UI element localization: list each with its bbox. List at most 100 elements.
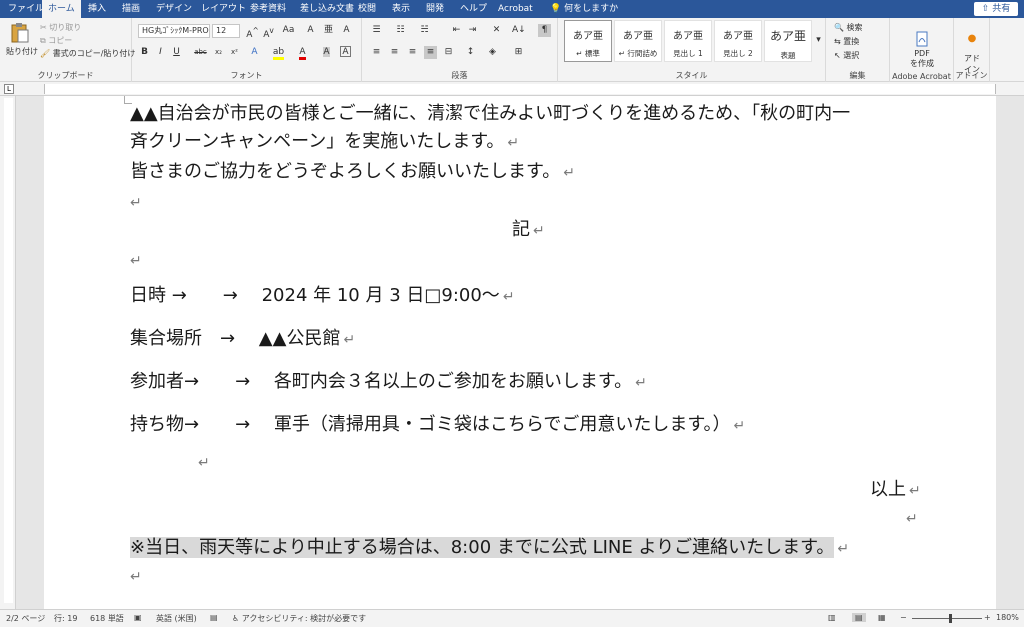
char-border-button[interactable]: A bbox=[340, 46, 351, 57]
phonetic-guide-icon[interactable]: 亜 bbox=[322, 24, 335, 37]
underline-button[interactable]: U bbox=[170, 46, 183, 59]
tab-home[interactable]: ホーム bbox=[42, 0, 81, 18]
font-size-box[interactable]: 12 bbox=[212, 24, 240, 38]
focus-mode-icon[interactable]: ▥ bbox=[828, 613, 836, 622]
format-painter-button[interactable]: 🖌 書式のコピー/貼り付け bbox=[40, 48, 135, 59]
multilevel-list-icon[interactable]: ☵ bbox=[418, 24, 431, 37]
style-title[interactable]: あア亜 表題 bbox=[764, 20, 812, 62]
replace-button[interactable]: ⇆ 置換 bbox=[834, 36, 859, 47]
document-page[interactable]: ▲▲自治会が市民の皆様とご一緒に、清潔で住みよい町づくりを進めるため、「秋の町内… bbox=[44, 96, 996, 609]
zoom-slider-thumb[interactable] bbox=[949, 614, 952, 623]
enclose-char-icon[interactable]: A bbox=[340, 24, 353, 37]
share-button[interactable]: ⇧ 共有 bbox=[974, 2, 1018, 16]
grow-font-button[interactable]: A^ bbox=[246, 24, 259, 40]
borders-icon[interactable]: ⊞ bbox=[512, 46, 525, 59]
doc-line-6[interactable]: ↵ bbox=[130, 248, 142, 273]
shrink-font-button[interactable]: Av bbox=[262, 24, 275, 40]
web-layout-icon[interactable]: ▦ bbox=[878, 613, 886, 622]
doc-line-last[interactable]: ↵ bbox=[130, 564, 142, 589]
paste-button[interactable]: 貼り付け bbox=[6, 22, 38, 57]
bullets-icon[interactable]: ☰ bbox=[370, 24, 383, 37]
paragraph-group-label: 段落 bbox=[451, 71, 468, 80]
doc-line-ki[interactable]: 記 ↵ bbox=[512, 218, 545, 243]
increase-indent-icon[interactable]: ⇥ bbox=[466, 24, 479, 37]
print-layout-icon[interactable]: ▤ bbox=[852, 613, 866, 622]
page-count[interactable]: 2/2 ページ bbox=[6, 613, 45, 624]
doc-line-1[interactable]: ▲▲自治会が市民の皆様とご一緒に、清潔で住みよい町づくりを進めるため、「秋の町内… bbox=[130, 102, 850, 126]
zoom-slider-track[interactable] bbox=[912, 618, 982, 619]
doc-line-participants[interactable]: 参加者→ → 各町内会３名以上のご参加をお願いします。 ↵ bbox=[130, 370, 647, 395]
select-button[interactable]: ↖ 選択 bbox=[834, 50, 859, 61]
strikethrough-button[interactable]: abc bbox=[194, 46, 207, 59]
doc-line-belongings[interactable]: 持ち物→ → 軍手（清掃用具・ゴミ袋はこちらでご用意いたします。） ↵ bbox=[130, 413, 745, 438]
text-direction-icon[interactable]: ✕ bbox=[490, 24, 503, 37]
tell-me-search[interactable]: 💡 何をしますか bbox=[544, 0, 624, 18]
tab-draw[interactable]: 描画 bbox=[116, 0, 146, 18]
line-spacing-icon[interactable]: ↕ bbox=[464, 46, 477, 59]
show-marks-icon[interactable]: ¶ bbox=[538, 24, 551, 37]
tab-developer[interactable]: 開発 bbox=[420, 0, 450, 18]
find-button[interactable]: 🔍 検索 bbox=[834, 22, 863, 33]
char-shading-button[interactable]: A bbox=[320, 46, 333, 59]
style-heading-1[interactable]: あア亜 見出し 1 bbox=[664, 20, 712, 62]
styles-more-icon[interactable]: ▾ bbox=[812, 34, 825, 47]
accessibility-status[interactable]: ♿ アクセシビリティ: 検討が必要です bbox=[232, 613, 366, 624]
tab-acrobat[interactable]: Acrobat bbox=[492, 0, 539, 18]
doc-line-empty-2[interactable]: ↵ bbox=[906, 506, 918, 531]
doc-line-empty[interactable]: ↵ bbox=[198, 450, 210, 475]
shading-icon[interactable]: ◈ bbox=[486, 46, 499, 59]
word-count[interactable]: 618 単語 bbox=[90, 613, 124, 624]
doc-line-date[interactable]: 日時 → → 2024 年 10 月 3 日□9:00～ ↵ bbox=[130, 284, 515, 309]
proofing-icon[interactable]: ▣ bbox=[134, 613, 142, 622]
copy-button[interactable]: ⧉ コピー bbox=[40, 35, 72, 46]
font-color-button[interactable]: A bbox=[296, 46, 309, 60]
create-pdf-button[interactable]: PDF を作成 bbox=[904, 22, 940, 78]
align-left-icon[interactable]: ≡ bbox=[370, 46, 383, 59]
text-effects-button[interactable]: A bbox=[248, 46, 261, 59]
ribbon-tab-bar: ファイル ホーム 挿入 描画 デザイン レイアウト 参考資料 差し込み文書 校閲… bbox=[0, 0, 1024, 18]
bold-button[interactable]: B bbox=[138, 46, 151, 59]
distributed-icon[interactable]: ⊟ bbox=[442, 46, 455, 59]
zoom-level[interactable]: 180% bbox=[996, 613, 1019, 622]
clear-format-icon[interactable]: A bbox=[304, 24, 317, 37]
justify-icon[interactable]: ≡ bbox=[424, 46, 437, 59]
doc-line-notice[interactable]: ※当日、雨天等により中止する場合は、8:00 までに公式 LINE よりご連絡い… bbox=[130, 536, 849, 561]
tab-mailings[interactable]: 差し込み文書 bbox=[294, 0, 360, 18]
line-number[interactable]: 行: 19 bbox=[54, 613, 77, 624]
subscript-button[interactable]: x₂ bbox=[212, 46, 225, 59]
tab-review[interactable]: 校閲 bbox=[352, 0, 382, 18]
doc-line-2[interactable]: 斉クリーンキャンペーン」を実施いたします。 ↵ bbox=[130, 130, 519, 155]
numbering-icon[interactable]: ☷ bbox=[394, 24, 407, 37]
zoom-out-button[interactable]: − bbox=[900, 613, 907, 622]
font-name-box[interactable]: HG丸ｺﾞｼｯｸM-PRO bbox=[138, 24, 210, 38]
doc-line-place[interactable]: 集合場所 → ▲▲公民館 ↵ bbox=[130, 327, 355, 352]
sort-icon[interactable]: A↓ bbox=[512, 24, 526, 37]
style-no-spacing[interactable]: あア亜 ↵ 行間詰め bbox=[614, 20, 662, 62]
tab-view[interactable]: 表示 bbox=[386, 0, 416, 18]
tab-design[interactable]: デザイン bbox=[150, 0, 198, 18]
style-normal[interactable]: あア亜 ↵ 標準 bbox=[564, 20, 612, 62]
align-right-icon[interactable]: ≡ bbox=[406, 46, 419, 59]
style-heading-2[interactable]: あア亜 見出し 2 bbox=[714, 20, 762, 62]
editing-group: 🔍 検索 ⇆ 置換 ↖ 選択 編集 bbox=[826, 18, 890, 82]
tab-references[interactable]: 参考資料 bbox=[244, 0, 292, 18]
tab-insert[interactable]: 挿入 bbox=[82, 0, 112, 18]
tab-help[interactable]: ヘルプ bbox=[454, 0, 493, 18]
ruler-track[interactable] bbox=[44, 84, 996, 94]
addin-button[interactable]: ● アド イン bbox=[960, 24, 984, 75]
italic-button[interactable]: I bbox=[154, 46, 167, 59]
vertical-ruler-track[interactable] bbox=[4, 98, 13, 603]
macro-icon[interactable]: ▤ bbox=[210, 613, 218, 622]
align-center-icon[interactable]: ≡ bbox=[388, 46, 401, 59]
language[interactable]: 英語 (米国) bbox=[156, 613, 197, 624]
tab-selector[interactable]: L bbox=[4, 84, 14, 94]
decrease-indent-icon[interactable]: ⇤ bbox=[450, 24, 463, 37]
doc-line-4[interactable]: ↵ bbox=[130, 190, 142, 215]
doc-line-3[interactable]: 皆さまのご協力をどうぞよろしくお願いいたします。 ↵ bbox=[130, 160, 575, 185]
highlight-color-button[interactable]: ab bbox=[272, 46, 285, 60]
change-case-button[interactable]: Aa bbox=[282, 24, 295, 37]
cut-button[interactable]: ✂ 切り取り bbox=[40, 22, 81, 33]
superscript-button[interactable]: x² bbox=[228, 46, 241, 59]
doc-line-ijo[interactable]: 以上 ↵ bbox=[870, 478, 921, 503]
zoom-in-button[interactable]: + bbox=[984, 613, 991, 622]
